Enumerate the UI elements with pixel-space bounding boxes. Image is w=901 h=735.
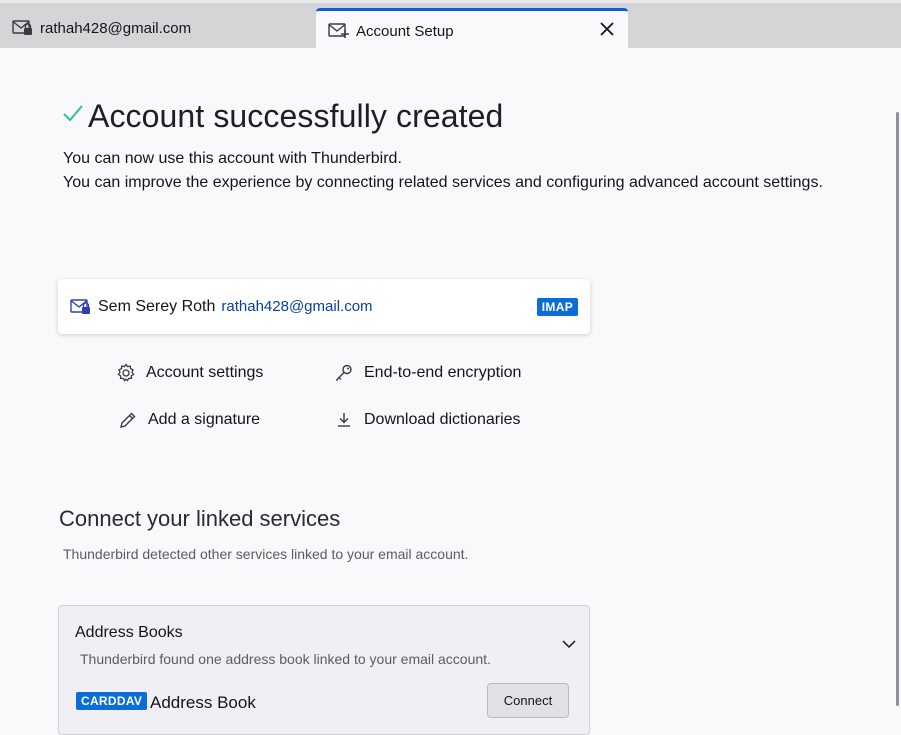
page-title: Account successfully created: [88, 98, 504, 134]
mail-lock-icon: [70, 298, 92, 316]
chevron-down-icon[interactable]: [561, 636, 577, 652]
mail-lock-icon: [12, 19, 34, 37]
description-line-2: You can improve the experience by connec…: [63, 174, 823, 191]
add-signature-button[interactable]: Add a signature: [118, 410, 260, 430]
download-dictionaries-label: Download dictionaries: [364, 411, 521, 428]
description: You can now use this account with Thunde…: [63, 147, 823, 195]
tab-inbox[interactable]: rathah428@gmail.com: [12, 6, 312, 50]
close-icon[interactable]: [598, 20, 616, 38]
end-to-end-encryption-label: End-to-end encryption: [364, 364, 522, 381]
account-settings-label: Account settings: [146, 364, 264, 381]
account-settings-button[interactable]: Account settings: [116, 363, 263, 383]
account-email: rathah428@gmail.com: [221, 298, 373, 315]
success-header: Account successfully created: [62, 98, 503, 135]
protocol-badge: IMAP: [536, 298, 578, 316]
gear-icon: [116, 363, 136, 383]
checkmark-icon: [62, 102, 84, 124]
scrollbar[interactable]: [891, 48, 901, 735]
linked-services-title: Connect your linked services: [59, 506, 341, 531]
connect-button[interactable]: Connect: [487, 683, 569, 718]
linked-services-subtitle: Thunderbird detected other services link…: [63, 546, 469, 562]
tab-label: rathah428@gmail.com: [40, 19, 192, 37]
tab-label: Account Setup: [356, 22, 454, 40]
download-dictionaries-button[interactable]: Download dictionaries: [334, 410, 521, 430]
end-to-end-encryption-button[interactable]: End-to-end encryption: [334, 363, 521, 383]
tab-account-setup[interactable]: Account Setup: [316, 8, 628, 51]
add-signature-label: Add a signature: [148, 411, 261, 428]
address-books-subtitle: Thunderbird found one address book linke…: [80, 651, 491, 667]
address-books-card: Address Books Thunderbird found one addr…: [58, 605, 590, 735]
carddav-badge: CARDDAV: [76, 692, 148, 710]
account-card: Sem Serey Roth rathah428@gmail.com IMAP: [58, 279, 590, 334]
scrollbar-thumb[interactable]: [896, 112, 899, 706]
address-books-title: Address Books: [75, 624, 183, 641]
tab-bar: rathah428@gmail.com Account Setup: [0, 0, 901, 51]
address-book-name: Address Book: [150, 693, 256, 712]
key-icon: [334, 363, 354, 383]
pencil-icon: [118, 410, 138, 430]
description-line-1: You can now use this account with Thunde…: [63, 150, 402, 167]
mail-setup-icon: [328, 22, 350, 40]
account-name: Sem Serey Roth: [98, 297, 216, 315]
download-icon: [334, 410, 354, 430]
